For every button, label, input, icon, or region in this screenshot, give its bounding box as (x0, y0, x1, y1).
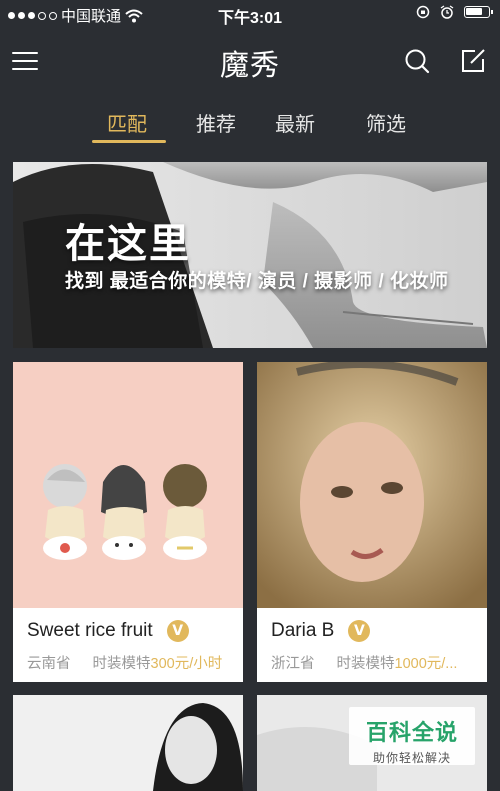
model-name-row: Daria B V (271, 620, 371, 642)
model-photo (257, 362, 487, 608)
model-role: 时装模特 (92, 656, 151, 672)
status-bar: 中国联通 下午3:01 (0, 0, 500, 28)
model-card[interactable]: Sweet rice fruit V 云南省 时装模特300元/小时 (13, 362, 243, 682)
orientation-lock-icon (416, 5, 430, 19)
model-role: 时装模特 (336, 656, 395, 672)
battery-icon (464, 6, 493, 18)
status-right (416, 5, 493, 19)
watermark-subtitle: 助你轻松解决 (372, 751, 451, 765)
model-price: 300元/小时 (150, 656, 223, 672)
edit-icon[interactable] (460, 48, 486, 74)
model-name: Daria B (271, 620, 335, 641)
model-card[interactable] (13, 695, 243, 791)
verified-icon: V (166, 620, 189, 642)
alarm-icon (440, 5, 454, 19)
search-icon[interactable] (404, 48, 430, 74)
model-location: 云南省 (27, 656, 71, 672)
promo-banner[interactable]: 在这里 找到 最适合你的模特/ 演员 / 摄影师 / 化妆师 (13, 162, 487, 348)
app-header: 魔秀 (0, 28, 500, 92)
banner-subtitle: 找到 最适合你的模特/ 演员 / 摄影师 / 化妆师 (65, 271, 449, 292)
model-location: 浙江省 (271, 656, 315, 672)
tab-recommend[interactable]: 推荐 (196, 108, 236, 137)
tab-filter[interactable]: 筛选 (366, 108, 406, 137)
watermark-title: 百科全说 (365, 720, 458, 745)
cartoon-illustration (43, 464, 207, 560)
model-name: Sweet rice fruit (27, 620, 153, 641)
active-tab-indicator (92, 140, 166, 143)
watermark-logo: 百科全说 助你轻松解决 (349, 707, 475, 765)
portrait-photo (257, 362, 487, 608)
tab-bar: 匹配 推荐 最新 筛选 (0, 100, 500, 150)
model-photo (13, 362, 243, 608)
model-photo (13, 695, 243, 791)
tab-latest[interactable]: 最新 (275, 108, 315, 137)
tab-match[interactable]: 匹配 (107, 108, 147, 137)
verified-icon: V (348, 620, 371, 642)
model-name-row: Sweet rice fruit V (27, 620, 189, 642)
model-meta: 浙江省 时装模特1000元/... (271, 652, 457, 673)
banner-title: 在这里 (65, 220, 191, 267)
model-price: 1000元/... (394, 656, 458, 672)
model-card[interactable]: Daria B V 浙江省 时装模特1000元/... (257, 362, 487, 682)
model-meta: 云南省 时装模特300元/小时 (27, 652, 222, 673)
